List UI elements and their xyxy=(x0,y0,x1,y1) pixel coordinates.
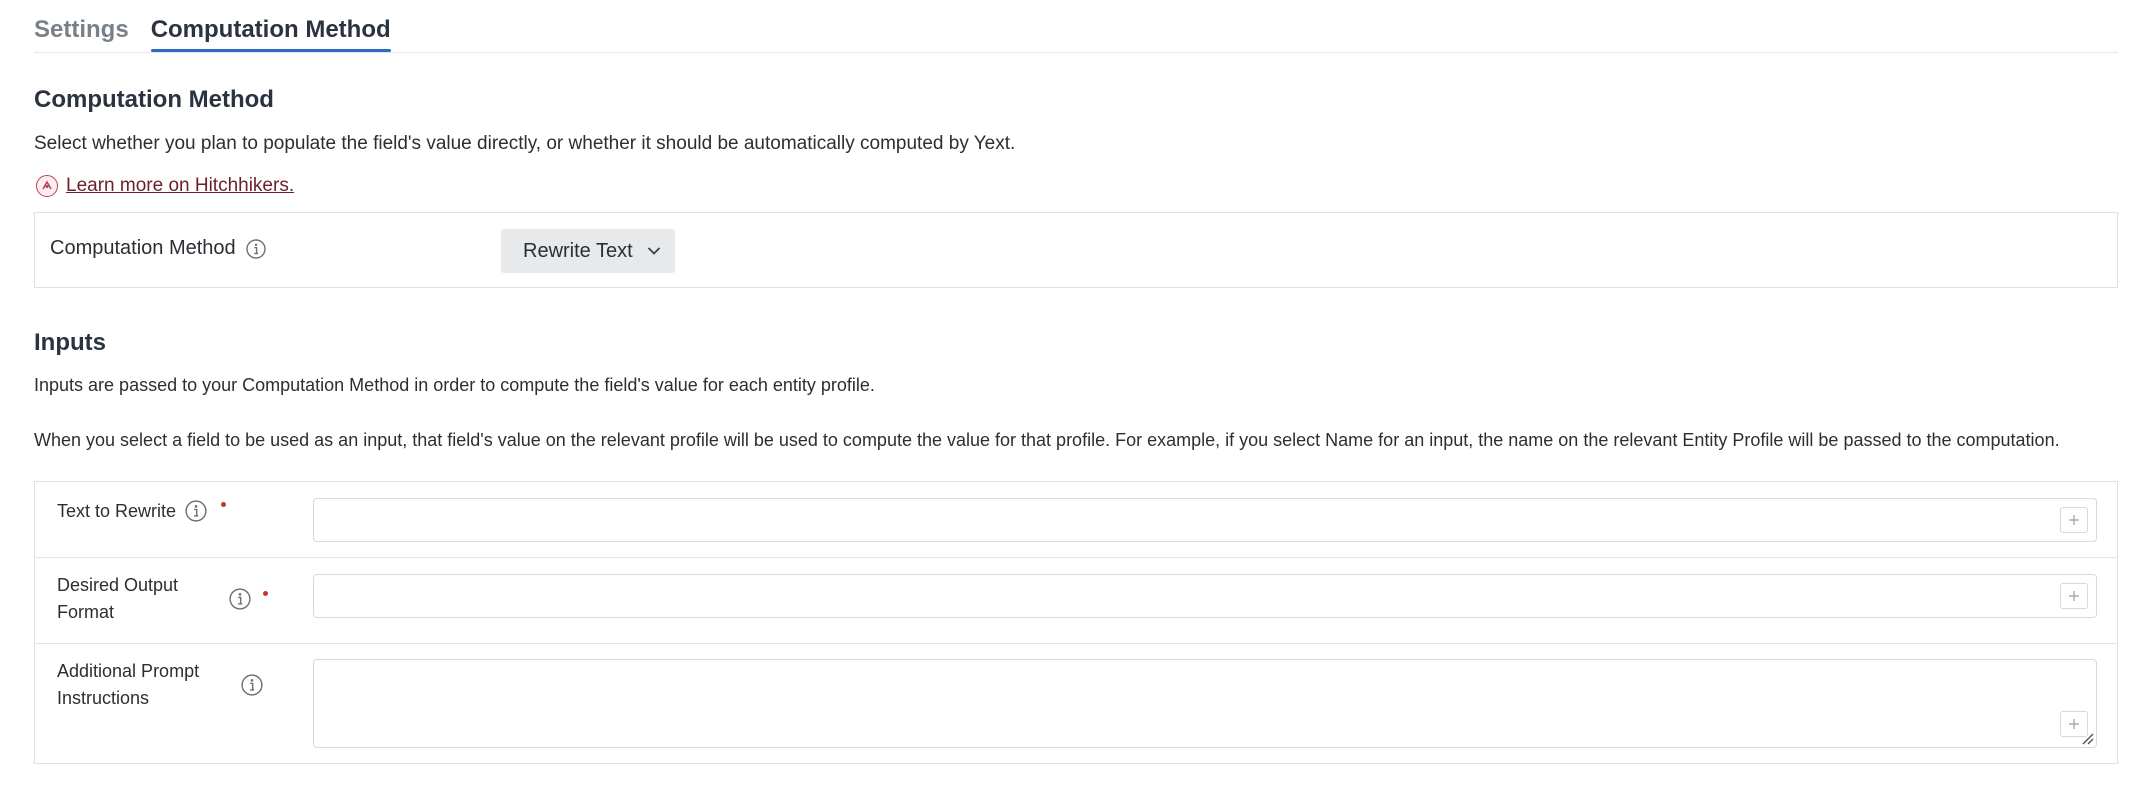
inputs-table: Text to Rewrite Desired Output Format Ad… xyxy=(34,481,2118,764)
info-icon[interactable] xyxy=(241,674,263,696)
computation-method-heading: Computation Method xyxy=(34,86,274,113)
computation-method-field: Computation Method xyxy=(50,237,266,260)
info-icon[interactable] xyxy=(245,238,266,259)
inputs-heading: Inputs xyxy=(34,329,106,356)
computation-method-description: Select whether you plan to populate the … xyxy=(34,133,1016,154)
input-row-text-to-rewrite: Text to Rewrite xyxy=(35,482,2117,558)
input-row-label: Additional Prompt Instructions xyxy=(57,661,200,708)
inputs-description-2: When you select a field to be used as an… xyxy=(34,430,2060,450)
input-row-desired-output-format: Desired Output Format xyxy=(35,558,2117,644)
required-indicator xyxy=(221,502,226,507)
tab-computation-method[interactable]: Computation Method xyxy=(150,0,391,52)
plus-icon xyxy=(2069,591,2079,601)
info-icon[interactable] xyxy=(229,588,251,610)
add-field-button[interactable] xyxy=(2060,507,2088,533)
computation-method-dropdown[interactable]: Rewrite Text xyxy=(501,229,675,273)
plus-icon xyxy=(2069,719,2079,729)
text-to-rewrite-input[interactable] xyxy=(313,498,2097,542)
computation-method-panel: Computation Method Rewrite Text xyxy=(34,212,2118,288)
required-indicator xyxy=(263,591,268,596)
input-row-label: Text to Rewrite xyxy=(57,501,177,521)
input-row-label: Desired Output Format xyxy=(57,575,179,622)
plus-icon xyxy=(2069,515,2079,525)
learn-more-link[interactable]: Learn more on Hitchhikers. xyxy=(66,175,294,197)
dropdown-selected-value: Rewrite Text xyxy=(523,239,633,262)
chevron-down-icon xyxy=(647,246,661,256)
additional-prompt-instructions-textarea[interactable] xyxy=(313,659,2097,748)
info-icon[interactable] xyxy=(185,500,207,522)
resize-handle-icon[interactable] xyxy=(2080,731,2094,745)
desired-output-format-input[interactable] xyxy=(313,574,2097,618)
hitchhikers-logo-icon xyxy=(36,175,58,197)
tab-settings[interactable]: Settings xyxy=(34,0,129,50)
computation-method-label: Computation Method xyxy=(50,237,236,259)
inputs-description-1: Inputs are passed to your Computation Me… xyxy=(34,375,875,395)
learn-more-row: Learn more on Hitchhikers. xyxy=(36,172,294,200)
tab-bar: Settings Computation Method xyxy=(34,0,2118,53)
add-field-button[interactable] xyxy=(2060,583,2088,609)
input-row-additional-prompt-instructions: Additional Prompt Instructions xyxy=(35,644,2117,764)
page: Settings Computation Method Computation … xyxy=(34,0,2118,764)
